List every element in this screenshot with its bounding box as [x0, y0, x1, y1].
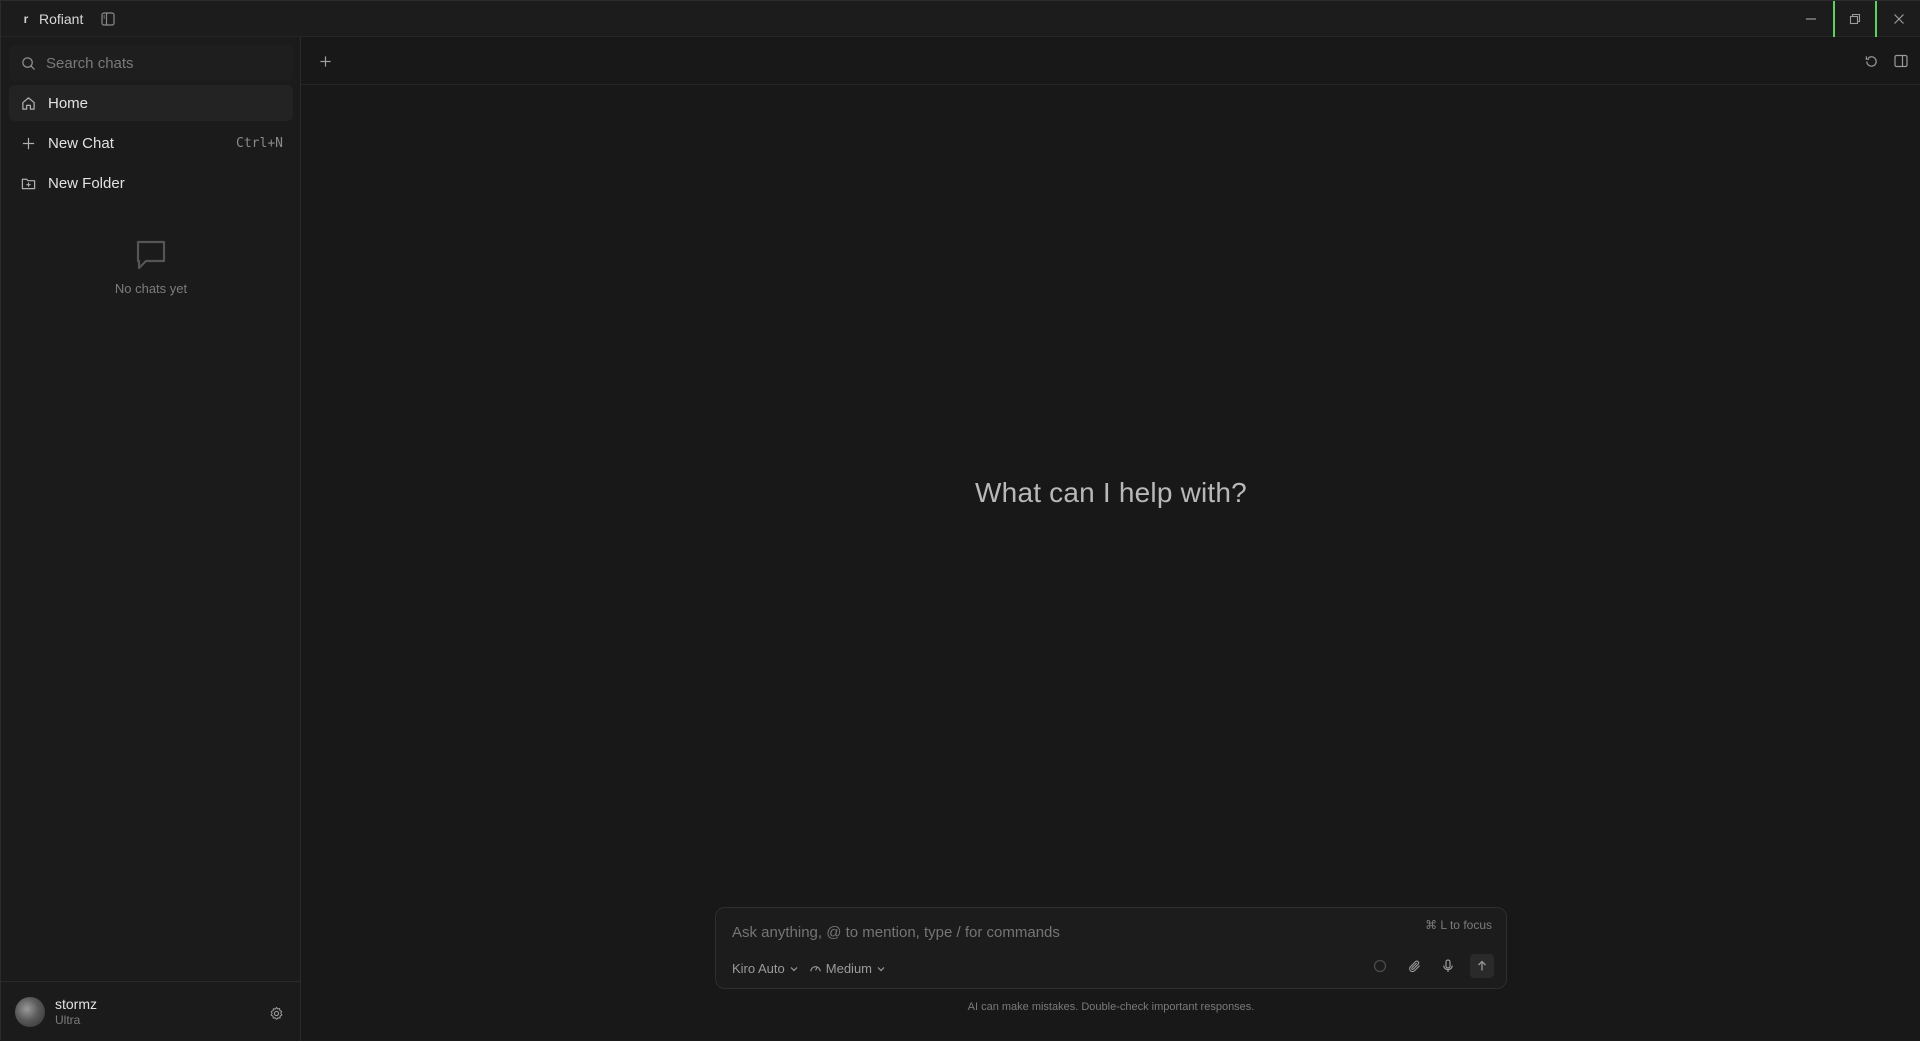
paperclip-icon: [1408, 960, 1420, 972]
user-info: stormz Ultra: [55, 996, 97, 1027]
user-plan: Ultra: [55, 1013, 81, 1027]
chevron-down-icon: [877, 966, 885, 971]
user-profile[interactable]: stormz Ultra: [1, 981, 301, 1041]
sidebar-toggle-button[interactable]: [99, 10, 117, 28]
status-indicator-button[interactable]: [1368, 954, 1392, 978]
search-placeholder: Search chats: [46, 54, 134, 72]
message-square-icon: [136, 240, 166, 270]
composer-actions: [1358, 954, 1494, 978]
empty-chats-text: No chats yet: [114, 281, 188, 296]
gear-icon: [270, 1006, 282, 1020]
main-area: What can I help with? ⌘ L to focus Kiro …: [301, 37, 1920, 1041]
minimize-button[interactable]: [1789, 1, 1833, 37]
sidebar-item-label: New Chat: [48, 134, 114, 152]
close-button[interactable]: [1877, 1, 1920, 37]
sidebar-item-new-folder[interactable]: New Folder: [9, 165, 293, 201]
shortcut-hint: Ctrl+N: [236, 135, 283, 151]
composer-controls: Kiro Auto Medium: [728, 961, 886, 976]
user-name: stormz: [55, 996, 97, 1012]
attach-button[interactable]: [1402, 954, 1426, 978]
sidebar-item-new-chat[interactable]: New Chat Ctrl+N: [9, 125, 293, 161]
main-toolbar: [301, 37, 1920, 85]
panel-right-icon: [1894, 54, 1908, 68]
sidebar: Search chats Home New Chat Ctrl+N New Fo…: [1, 37, 301, 1041]
arrow-up-icon: [1478, 960, 1486, 971]
toggle-panel-button[interactable]: [1891, 51, 1911, 71]
send-button[interactable]: [1470, 954, 1494, 978]
maximize-button[interactable]: [1833, 1, 1877, 37]
folder-plus-icon: [21, 178, 36, 189]
app-logo: r: [23, 11, 29, 26]
model-selector[interactable]: Kiro Auto: [728, 961, 799, 976]
effort-label: Medium: [825, 961, 873, 976]
search-input[interactable]: Search chats: [9, 45, 293, 81]
disclaimer: AI can make mistakes. Double-check impor…: [967, 1001, 1255, 1013]
window-controls: [1789, 1, 1920, 37]
microphone-icon: [1443, 959, 1453, 972]
effort-selector[interactable]: Medium: [809, 961, 886, 976]
app-title: Rofiant: [39, 10, 84, 27]
chat-composer: ⌘ L to focus Kiro Auto Medium: [715, 907, 1507, 989]
message-input[interactable]: [732, 924, 1332, 941]
sidebar-toggle-icon: [101, 11, 115, 26]
app-window: r Rofiant Search chats Home New Chat Ctr…: [0, 0, 1920, 1041]
settings-button[interactable]: [267, 1004, 285, 1022]
sidebar-item-label: New Folder: [48, 174, 125, 192]
gauge-icon: [810, 966, 821, 972]
plus-icon: [22, 137, 35, 149]
restore-icon: [1849, 13, 1861, 25]
model-label: Kiro Auto: [732, 961, 785, 976]
new-chat-button[interactable]: [315, 51, 335, 71]
avatar: [15, 996, 45, 1027]
circle-icon: [1373, 959, 1387, 973]
home-icon: [22, 96, 35, 110]
sidebar-item-label: Home: [48, 94, 89, 112]
refresh-icon: [1865, 55, 1877, 67]
close-icon: [1894, 14, 1904, 24]
refresh-button[interactable]: [1861, 51, 1881, 71]
focus-hint: ⌘ L to focus: [1425, 918, 1492, 932]
empty-chats: No chats yet: [1, 237, 301, 296]
plus-icon: [319, 55, 331, 67]
search-icon: [22, 56, 36, 70]
voice-button[interactable]: [1436, 954, 1460, 978]
title-bar: r Rofiant: [1, 1, 1920, 37]
chevron-down-icon: [790, 966, 798, 971]
minimize-icon: [1806, 18, 1816, 20]
hero-heading: What can I help with?: [975, 477, 1247, 508]
sidebar-item-home[interactable]: Home: [9, 85, 293, 121]
